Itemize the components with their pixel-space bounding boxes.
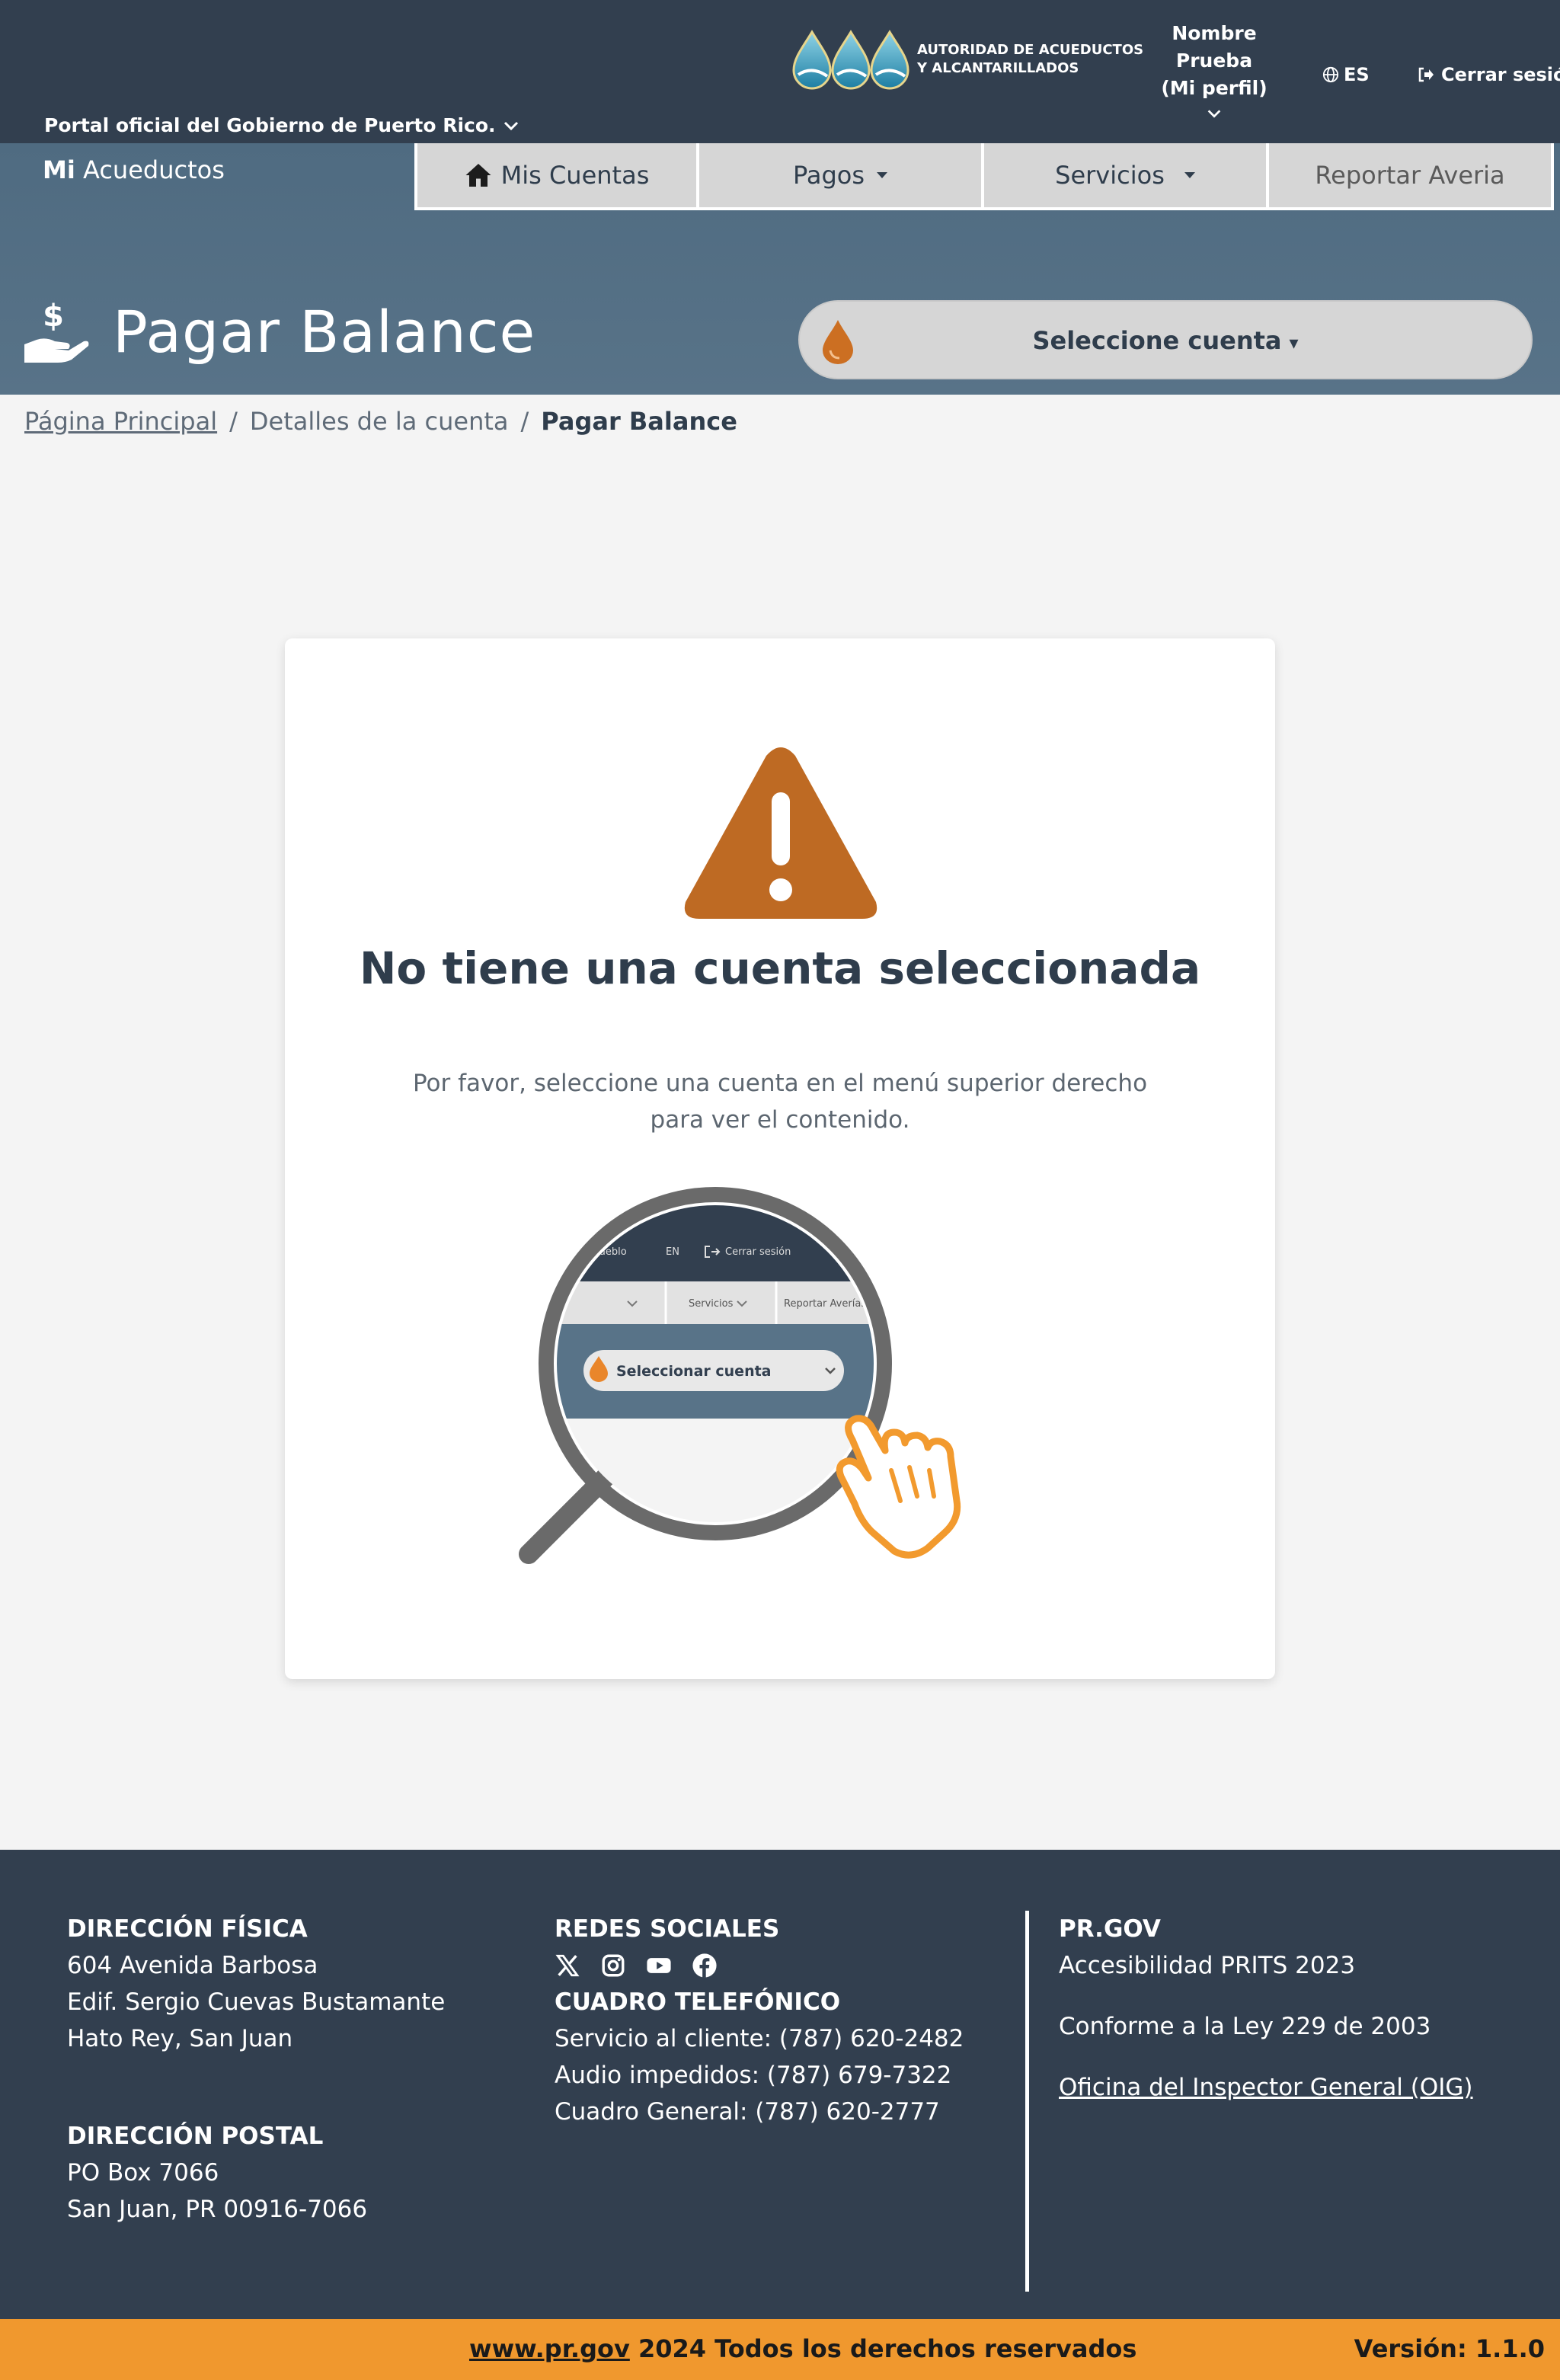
nav-pagos[interactable]: Pagos: [699, 143, 984, 210]
gov-portal-toggle[interactable]: Portal oficial del Gobierno de Puerto Ri…: [44, 114, 520, 136]
magnifier-illustration: Seleccionar cuenta Pueblo EN Cerrar sesi…: [519, 1187, 961, 1564]
my-profile-label: (Mi perfil): [1161, 77, 1268, 99]
physical-address-line: Edif. Sergio Cuevas Bustamante: [67, 1988, 446, 2016]
footer-prgov-column: PR.GOV Accesibilidad PRITS 2023 Conforme…: [1059, 1911, 1473, 2106]
prgov-title: PR.GOV: [1059, 1915, 1161, 1943]
breadcrumb-separator: /: [520, 407, 529, 436]
svg-text:Reportar Averías: Reportar Averías: [784, 1298, 866, 1310]
breadcrumb-home-link[interactable]: Página Principal: [24, 407, 217, 436]
footer-address-column: DIRECCIÓN FÍSICA 604 Avenida Barbosa Edi…: [67, 1911, 445, 2228]
breadcrumb-account-details[interactable]: Detalles de la cuenta: [250, 407, 509, 436]
nav-label: Pagos: [792, 161, 865, 190]
main-nav: Mis Cuentas Pagos Servicios Reportar Ave…: [414, 143, 1554, 210]
warning-triangle-icon: [684, 747, 878, 919]
account-select-dropdown[interactable]: Seleccione cuenta ▾: [798, 300, 1533, 379]
svg-text:Cerrar sesión: Cerrar sesión: [725, 1246, 791, 1258]
nav-label: Servicios: [1055, 161, 1165, 190]
breadcrumb-separator: /: [229, 407, 238, 436]
breadcrumb-current: Pagar Balance: [541, 407, 737, 436]
hand-dollar-icon: $: [24, 299, 89, 363]
breadcrumb: Página Principal / Detalles de la cuenta…: [24, 407, 737, 436]
user-profile-menu[interactable]: Nombre Prueba (Mi perfil): [1158, 20, 1271, 122]
svg-text:EN: EN: [666, 1246, 679, 1258]
top-bar: Portal oficial del Gobierno de Puerto Ri…: [0, 0, 1560, 143]
footer-contact-column: REDES SOCIALES CUADRO TELEFÓNICO Servici…: [555, 1911, 964, 2130]
caret-down-icon: [877, 172, 888, 178]
caret-down-icon: [1184, 172, 1195, 178]
social-title: REDES SOCIALES: [555, 1915, 780, 1943]
phone-line: Cuadro General: (787) 620-2777: [555, 2098, 940, 2126]
version-label: Versión: 1.1.0: [1354, 2334, 1545, 2363]
prgov-link[interactable]: www.pr.gov: [469, 2334, 630, 2363]
account-select-label: Seleccione cuenta ▾: [1032, 326, 1299, 355]
phone-title: CUADRO TELEFÓNICO: [555, 1988, 841, 2016]
gov-portal-label: Portal oficial del Gobierno de Puerto Ri…: [44, 114, 496, 136]
home-icon: [465, 164, 491, 187]
no-account-message: Por favor, seleccione una cuenta en el m…: [412, 1070, 1148, 1134]
brand-name: Acueductos: [82, 155, 225, 184]
instagram-icon[interactable]: [600, 1953, 626, 1979]
facebook-icon[interactable]: [692, 1953, 718, 1979]
youtube-icon[interactable]: [646, 1953, 672, 1979]
aaa-logo[interactable]: AUTORIDAD DE ACUEDUCTOS Y ALCANTARILLADO…: [792, 27, 1143, 91]
svg-text:$: $: [43, 299, 64, 334]
x-icon[interactable]: [555, 1953, 580, 1979]
footer: DIRECCIÓN FÍSICA 604 Avenida Barbosa Edi…: [0, 1850, 1560, 2319]
nav-label: Reportar Averia: [1315, 161, 1505, 190]
sign-out-icon: [1418, 67, 1434, 82]
chevron-down-icon: [503, 121, 518, 130]
no-account-title: No tiene una cuenta seleccionada: [359, 942, 1201, 994]
physical-address-title: DIRECCIÓN FÍSICA: [67, 1915, 308, 1943]
phone-line: Servicio al cliente: (787) 620-2482: [555, 2025, 964, 2052]
logout-button[interactable]: Cerrar sesión: [1417, 64, 1560, 85]
law-text: Conforme a la Ley 229 de 2003: [1059, 2013, 1431, 2040]
page-title: Pagar Balance: [113, 297, 536, 366]
language-code: ES: [1344, 64, 1370, 85]
logo-text: AUTORIDAD DE ACUEDUCTOS Y ALCANTARILLADO…: [917, 42, 1144, 76]
language-selector[interactable]: ES: [1322, 64, 1370, 85]
svg-text:Servicios: Servicios: [689, 1298, 734, 1310]
postal-address-line: San Juan, PR 00916-7066: [67, 2196, 368, 2223]
nav-label: Mis Cuentas: [500, 161, 650, 190]
rights-text: 2024 Todos los derechos reservados: [629, 2334, 1137, 2363]
no-account-card: No tiene una cuenta seleccionada Por fav…: [285, 638, 1275, 1679]
logout-label: Cerrar sesión: [1441, 64, 1560, 85]
physical-address-line: Hato Rey, San Juan: [67, 2025, 293, 2052]
globe-icon: [1322, 66, 1339, 83]
page-title-area: $ Pagar Balance: [23, 297, 535, 366]
footer-divider: [1025, 1911, 1029, 2292]
water-drops-logo-icon: [792, 30, 909, 90]
nav-servicios[interactable]: Servicios: [984, 143, 1269, 210]
user-last-name: Prueba: [1175, 50, 1253, 72]
copyright-bar: www.pr.gov 2024 Todos los derechos reser…: [0, 2319, 1560, 2380]
postal-address-line: PO Box 7066: [67, 2159, 219, 2186]
oig-link[interactable]: Oficina del Inspector General (OIG): [1059, 2069, 1473, 2106]
caret-down-icon: ▾: [1289, 332, 1299, 353]
chevron-down-icon: [1207, 110, 1221, 118]
phone-line: Audio impedidos: (787) 679-7322: [555, 2062, 952, 2089]
physical-address-line: 604 Avenida Barbosa: [67, 1952, 318, 1979]
svg-text:Seleccionar cuenta: Seleccionar cuenta: [616, 1363, 772, 1380]
brand-prefix: Mi: [43, 155, 75, 184]
nav-mis-cuentas[interactable]: Mis Cuentas: [414, 143, 699, 210]
social-links: [555, 1947, 964, 1984]
user-first-name: Nombre: [1172, 22, 1257, 44]
nav-reportar-averia[interactable]: Reportar Averia: [1269, 143, 1554, 210]
accessibility-text: Accesibilidad PRITS 2023: [1059, 1952, 1356, 1979]
postal-address-title: DIRECCIÓN POSTAL: [67, 2122, 324, 2150]
brand-link[interactable]: Mi Acueductos: [43, 155, 225, 184]
copyright-text: www.pr.gov 2024 Todos los derechos reser…: [469, 2334, 1136, 2363]
